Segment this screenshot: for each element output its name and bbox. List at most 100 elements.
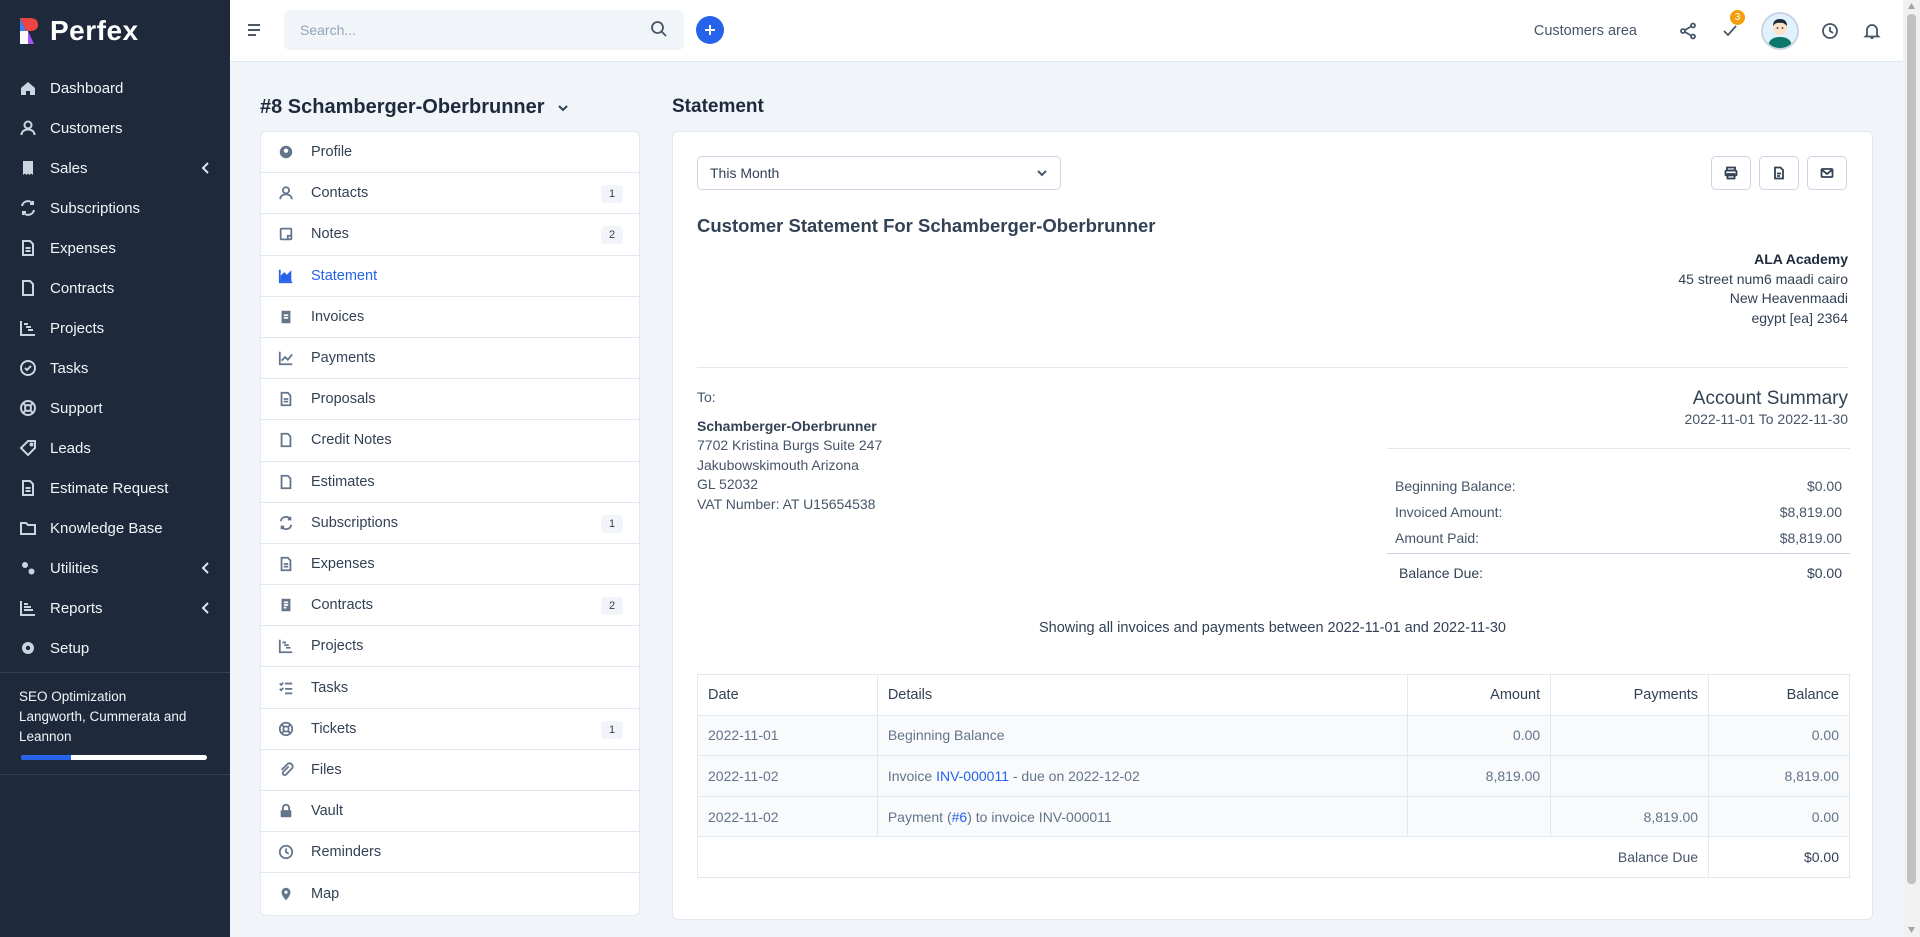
- cell-date: 2022-11-02: [697, 755, 878, 797]
- sidebar-item-label: Leads: [50, 439, 91, 457]
- share-icon[interactable]: [1667, 0, 1709, 62]
- sidebar-item-label: Dashboard: [50, 79, 124, 97]
- tab-statement[interactable]: Statement: [261, 256, 639, 297]
- check-circle-icon: [18, 358, 38, 378]
- tab-reminders[interactable]: Reminders: [261, 832, 639, 874]
- summary-row-paid: Amount Paid: $8,819.00: [1387, 525, 1850, 551]
- bill-to: To: Schamberger-Oberbrunner 7702 Kristin…: [697, 388, 882, 514]
- logo[interactable]: Perfex: [0, 0, 230, 62]
- scroll-up-icon[interactable]: [1907, 2, 1916, 10]
- tasks-check-icon[interactable]: 3: [1709, 0, 1751, 62]
- to-vat: VAT Number: AT U15654538: [697, 495, 876, 512]
- summary-label: Invoiced Amount:: [1395, 504, 1503, 520]
- sidebar-item-expenses[interactable]: Expenses: [0, 228, 230, 268]
- menu-toggle-icon[interactable]: [246, 22, 262, 38]
- details-link[interactable]: INV-000011: [936, 768, 1009, 784]
- divider: [1387, 448, 1850, 449]
- account-summary-header: Account Summary 2022-11-01 To 2022-11-30: [1685, 388, 1848, 427]
- tab-files[interactable]: Files: [261, 750, 639, 791]
- search-icon[interactable]: [650, 20, 668, 41]
- bell-icon[interactable]: [1851, 0, 1893, 62]
- count-badge: 2: [601, 597, 623, 616]
- summary-value: $8,819.00: [1779, 504, 1842, 520]
- details-text: - due on 2022-12-02: [1008, 767, 1140, 784]
- sidebar-item-contracts[interactable]: Contracts: [0, 268, 230, 308]
- details-text: Payment (: [887, 808, 952, 825]
- sidebar-item-support[interactable]: Support: [0, 388, 230, 428]
- print-button[interactable]: [1711, 156, 1751, 190]
- account-summary-table: Beginning Balance: $0.00 Invoiced Amount…: [1387, 448, 1850, 586]
- table-row: 2022-11-02 Invoice INV-000011 - due on 20…: [697, 755, 1850, 797]
- tab-proposals[interactable]: Proposals: [261, 379, 639, 421]
- tasks-badge: 3: [1730, 10, 1745, 25]
- clock-icon[interactable]: [1809, 0, 1851, 62]
- tab-expenses[interactable]: Expenses: [261, 544, 639, 586]
- tab-credit-notes[interactable]: Credit Notes: [261, 420, 639, 462]
- sidebar-item-dashboard[interactable]: Dashboard: [0, 68, 230, 108]
- tab-subscriptions[interactable]: Subscriptions 1: [261, 503, 639, 544]
- sidebar-divider: [0, 774, 230, 775]
- sidebar-project[interactable]: SEO Optimization Langworth, Cummerata an…: [0, 677, 230, 770]
- scrollbar-thumb[interactable]: [1907, 14, 1916, 884]
- sidebar-item-label: Estimate Request: [50, 479, 169, 497]
- divider: [697, 367, 1848, 368]
- sidebar-item-projects[interactable]: Projects: [0, 308, 230, 348]
- tab-contacts[interactable]: Contacts 1: [261, 173, 639, 215]
- tab-label: Notes: [311, 226, 349, 243]
- tab-estimates[interactable]: Estimates: [261, 462, 639, 503]
- chevron-down-icon: [1037, 170, 1047, 177]
- customers-area-link[interactable]: Customers area: [1534, 23, 1637, 39]
- chart-steps-icon: [18, 318, 38, 338]
- search-input[interactable]: [300, 22, 650, 38]
- tab-projects[interactable]: Projects: [261, 626, 639, 668]
- company-line: New Heavenmaadi: [1729, 290, 1848, 306]
- scroll-down-icon[interactable]: [1907, 926, 1916, 934]
- chevron-down-icon: [557, 104, 568, 111]
- map-pin-icon: [277, 885, 295, 903]
- tab-map[interactable]: Map: [261, 873, 639, 914]
- tab-vault[interactable]: Vault: [261, 791, 639, 833]
- line-chart-icon: [277, 349, 295, 367]
- sidebar-item-utilities[interactable]: Utilities: [0, 548, 230, 588]
- statement-range-note: Showing all invoices and payments betwee…: [1038, 620, 1506, 636]
- print-icon: [1724, 166, 1738, 180]
- pdf-button[interactable]: [1759, 156, 1799, 190]
- sidebar-item-label: Subscriptions: [50, 199, 141, 217]
- tab-profile[interactable]: Profile: [261, 132, 639, 174]
- sidebar-item-estimate-request[interactable]: Estimate Request: [0, 468, 230, 508]
- page-title: Statement: [672, 96, 764, 117]
- period-select[interactable]: This Month: [697, 156, 1061, 190]
- tab-tickets[interactable]: Tickets 1: [261, 709, 639, 750]
- customer-title[interactable]: #8 Schamberger-Oberbrunner: [260, 96, 569, 119]
- sidebar-item-customers[interactable]: Customers: [0, 108, 230, 148]
- tab-label: Files: [311, 761, 342, 778]
- sidebar-item-setup[interactable]: Setup: [0, 628, 230, 668]
- sidebar-item-knowledge-base[interactable]: Knowledge Base: [0, 508, 230, 548]
- sidebar-item-tasks[interactable]: Tasks: [0, 348, 230, 388]
- tab-label: Invoices: [311, 308, 365, 325]
- lock-icon: [277, 802, 295, 820]
- email-button[interactable]: [1807, 156, 1847, 190]
- details-link[interactable]: #6: [952, 809, 968, 825]
- page-scrollbar[interactable]: [1903, 0, 1920, 937]
- quick-create-button[interactable]: [696, 16, 724, 44]
- summary-value: $8,819.00: [1779, 530, 1842, 546]
- area-chart-icon: [277, 267, 295, 285]
- tab-invoices[interactable]: Invoices: [261, 297, 639, 338]
- sidebar-item-reports[interactable]: Reports: [0, 588, 230, 628]
- statement-panel: This Month Customer Statement For Schamb…: [672, 131, 1873, 920]
- sidebar-item-sales[interactable]: Sales: [0, 148, 230, 188]
- sidebar-item-leads[interactable]: Leads: [0, 428, 230, 468]
- tab-notes[interactable]: Notes 2: [261, 214, 639, 256]
- sidebar-item-subscriptions[interactable]: Subscriptions: [0, 188, 230, 228]
- tab-label: Contacts: [311, 185, 369, 202]
- tab-tasks[interactable]: Tasks: [261, 667, 639, 709]
- tab-payments[interactable]: Payments: [261, 338, 639, 380]
- count-badge: 1: [601, 720, 623, 739]
- tab-contracts[interactable]: Contracts 2: [261, 585, 639, 627]
- sidebar-item-label: Tasks: [50, 359, 89, 377]
- avatar[interactable]: [1761, 12, 1799, 50]
- refresh-icon: [277, 514, 295, 532]
- lifebuoy-icon: [18, 398, 38, 418]
- table-footer-row: Balance Due $0.00: [696, 836, 1850, 878]
